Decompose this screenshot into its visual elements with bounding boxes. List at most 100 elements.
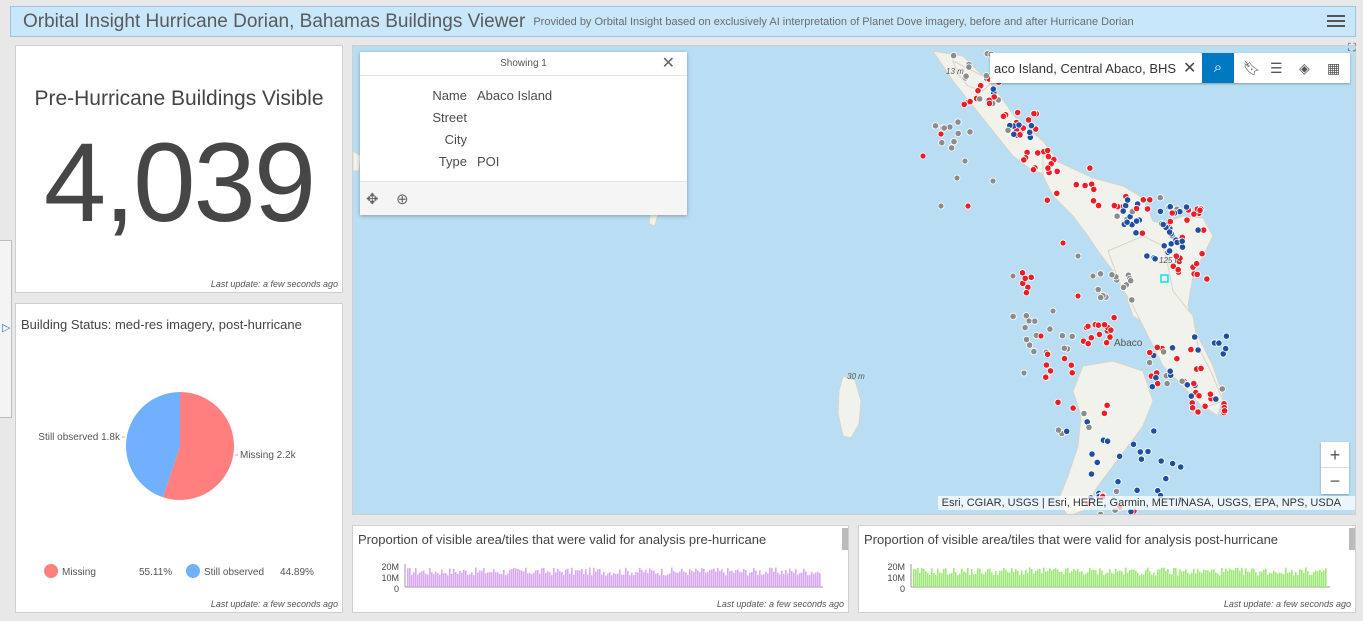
histogram-bar bbox=[675, 572, 677, 587]
popup-field-key: City bbox=[444, 132, 467, 147]
histogram-bar bbox=[939, 572, 941, 587]
building-point bbox=[1163, 379, 1171, 388]
building-point bbox=[1060, 354, 1069, 363]
histogram-bar bbox=[1319, 569, 1321, 587]
histogram-bar bbox=[1015, 569, 1017, 587]
expand-arrow-icon[interactable]: ▷ bbox=[2, 321, 10, 334]
scrollbar[interactable] bbox=[1349, 528, 1355, 550]
histogram-bar bbox=[1095, 570, 1097, 587]
histogram-bar bbox=[957, 575, 959, 587]
building-point bbox=[1168, 344, 1177, 352]
histogram-bar bbox=[1265, 568, 1267, 587]
building-point bbox=[1027, 273, 1035, 281]
histogram-bar bbox=[669, 573, 671, 587]
close-icon[interactable]: ✕ bbox=[662, 52, 675, 76]
building-point bbox=[1060, 344, 1068, 352]
histogram-bar bbox=[491, 572, 493, 587]
building-point bbox=[1096, 270, 1105, 278]
histogram-bar bbox=[1187, 572, 1189, 587]
hamburger-menu-icon[interactable] bbox=[1327, 12, 1345, 30]
histogram-bar bbox=[695, 568, 697, 587]
histogram-bar bbox=[575, 570, 577, 587]
histogram-bar bbox=[717, 567, 719, 587]
histogram-bar bbox=[493, 569, 495, 587]
building-point bbox=[1151, 255, 1159, 263]
histogram-bar bbox=[577, 570, 579, 587]
histogram-bar bbox=[1201, 573, 1203, 587]
building-point bbox=[985, 99, 994, 108]
building-point bbox=[962, 72, 970, 80]
histogram-bar bbox=[1165, 571, 1167, 587]
search-input[interactable] bbox=[990, 53, 1182, 83]
histogram-bar bbox=[527, 573, 529, 587]
histogram-bar bbox=[473, 575, 475, 587]
indicator-value: 4,039 bbox=[43, 120, 316, 245]
building-point bbox=[1220, 407, 1229, 415]
layers-icon[interactable]: ◈ bbox=[1299, 60, 1310, 77]
building-point bbox=[1191, 333, 1199, 341]
search-button[interactable]: ⌕ bbox=[1202, 53, 1234, 83]
histogram-bar bbox=[487, 572, 489, 587]
legend-list-icon[interactable]: ☰ bbox=[1270, 60, 1283, 77]
building-point bbox=[950, 138, 958, 146]
building-point bbox=[1046, 367, 1055, 375]
zoom-to-icon[interactable]: ⊕ bbox=[396, 190, 409, 208]
building-point bbox=[1030, 347, 1038, 356]
building-point bbox=[1042, 361, 1051, 369]
building-point bbox=[1148, 383, 1156, 391]
histogram-bar bbox=[1035, 570, 1037, 587]
histogram-bar bbox=[625, 567, 627, 587]
histogram-bar bbox=[693, 571, 695, 587]
histogram-bar bbox=[1105, 573, 1107, 587]
building-point bbox=[1059, 239, 1067, 247]
histogram-post-title: Proportion of visible area/tiles that we… bbox=[864, 532, 1279, 547]
bookmark-icon[interactable]: 🔖︎ bbox=[1243, 60, 1261, 77]
building-point bbox=[1085, 423, 1093, 431]
histogram-post-chart: 20M10M0 bbox=[887, 562, 1330, 592]
building-point bbox=[1193, 260, 1201, 268]
building-point bbox=[965, 63, 973, 71]
histogram-bar bbox=[915, 569, 917, 587]
building-point bbox=[1074, 252, 1082, 260]
histogram-bar bbox=[935, 574, 937, 587]
histogram-bar bbox=[1325, 568, 1327, 587]
clear-search-icon[interactable]: ✕ bbox=[1183, 58, 1196, 78]
building-point bbox=[1022, 289, 1031, 297]
legend-label-observed[interactable]: Still observed bbox=[204, 567, 264, 578]
pie-chart-title: Building Status: med-res imagery, post-h… bbox=[21, 317, 302, 332]
histogram-bar bbox=[1075, 570, 1077, 587]
histogram-bar bbox=[655, 573, 657, 587]
pan-to-icon[interactable]: ✥ bbox=[366, 190, 379, 208]
histogram-bar bbox=[455, 572, 457, 587]
building-point bbox=[1206, 390, 1215, 398]
histogram-bar bbox=[1091, 570, 1093, 587]
building-point bbox=[1132, 229, 1140, 237]
building-point bbox=[1198, 250, 1206, 258]
fullscreen-icon[interactable]: ⛶ bbox=[1348, 42, 1356, 55]
histogram-bar bbox=[409, 568, 411, 587]
app-title: Orbital Insight Hurricane Dorian, Bahama… bbox=[23, 10, 526, 32]
building-point bbox=[1137, 455, 1146, 463]
legend-label-missing[interactable]: Missing bbox=[62, 567, 96, 578]
histogram-bar bbox=[793, 572, 795, 587]
pie-label-observed: Still observed 1.8k bbox=[38, 432, 121, 443]
zoom-in-button[interactable]: + bbox=[1321, 442, 1349, 468]
popup-row-street: Street bbox=[360, 106, 687, 128]
histogram-bar bbox=[757, 574, 759, 587]
histogram-bar bbox=[727, 568, 729, 587]
histogram-bar bbox=[1077, 569, 1079, 587]
zoom-out-button[interactable]: − bbox=[1321, 468, 1349, 494]
histogram-bar bbox=[787, 573, 789, 587]
building-point bbox=[919, 152, 927, 160]
building-point bbox=[946, 123, 954, 131]
histogram-bar bbox=[549, 572, 551, 587]
map-view[interactable]: Abaco 125 m 30 m 13 m Showing 1 ✕ Name A… bbox=[352, 45, 1356, 515]
histogram-bar bbox=[537, 569, 539, 587]
building-point bbox=[1068, 332, 1076, 340]
histogram-bar bbox=[1055, 568, 1057, 587]
histogram-bar bbox=[615, 574, 617, 587]
building-point bbox=[937, 130, 945, 138]
building-point bbox=[1165, 247, 1174, 255]
basemap-gallery-icon[interactable]: ▦ bbox=[1327, 60, 1340, 77]
scrollbar[interactable] bbox=[842, 528, 848, 550]
